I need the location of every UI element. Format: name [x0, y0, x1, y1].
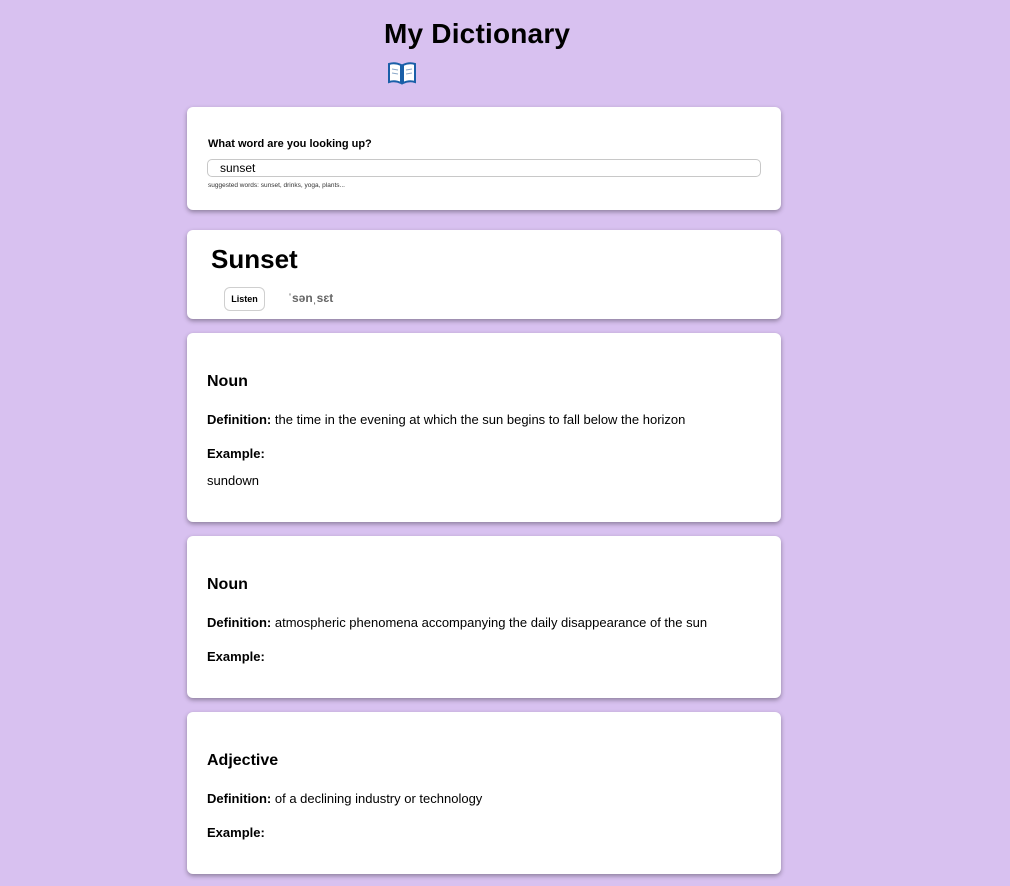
meaning-card: Noun Definition: the time in the evening…: [187, 333, 781, 522]
example-label: Example:: [207, 446, 265, 461]
definition-label: Definition:: [207, 791, 272, 806]
definition-text: the time in the evening at which the sun…: [274, 412, 686, 427]
meaning-card: Adjective Definition: of a declining ind…: [187, 712, 781, 874]
definition-label: Definition:: [207, 412, 272, 427]
word-card: Sunset Listen ˈsənˌsɛt: [187, 230, 781, 319]
example-label: Example:: [207, 649, 265, 664]
definition: Definition: of a declining industry or t…: [207, 791, 482, 806]
definition: Definition: atmospheric phenomena accomp…: [207, 615, 707, 630]
part-of-speech: Noun: [207, 373, 248, 390]
definition-label: Definition:: [207, 615, 272, 630]
page-title: My Dictionary: [384, 18, 571, 49]
open-book-icon: [387, 60, 417, 86]
part-of-speech: Adjective: [207, 752, 279, 769]
search-label: What word are you looking up?: [208, 138, 372, 150]
search-card: What word are you looking up? suggested …: [187, 107, 781, 210]
word-heading: Sunset: [211, 244, 298, 274]
search-input[interactable]: [207, 159, 761, 177]
definition-text: atmospheric phenomena accompanying the d…: [274, 615, 708, 630]
example-text: sundown: [207, 473, 260, 488]
listen-button[interactable]: Listen: [224, 287, 265, 311]
phonetic-text: ˈsənˌsɛt: [288, 291, 334, 305]
definition-text: of a declining industry or technology: [274, 791, 483, 806]
meaning-card: Noun Definition: atmospheric phenomena a…: [187, 536, 781, 698]
suggested-words-hint: suggested words: sunset, drinks, yoga, p…: [208, 182, 345, 189]
definition: Definition: the time in the evening at w…: [207, 412, 685, 427]
example-label: Example:: [207, 825, 265, 840]
part-of-speech: Noun: [207, 576, 248, 593]
